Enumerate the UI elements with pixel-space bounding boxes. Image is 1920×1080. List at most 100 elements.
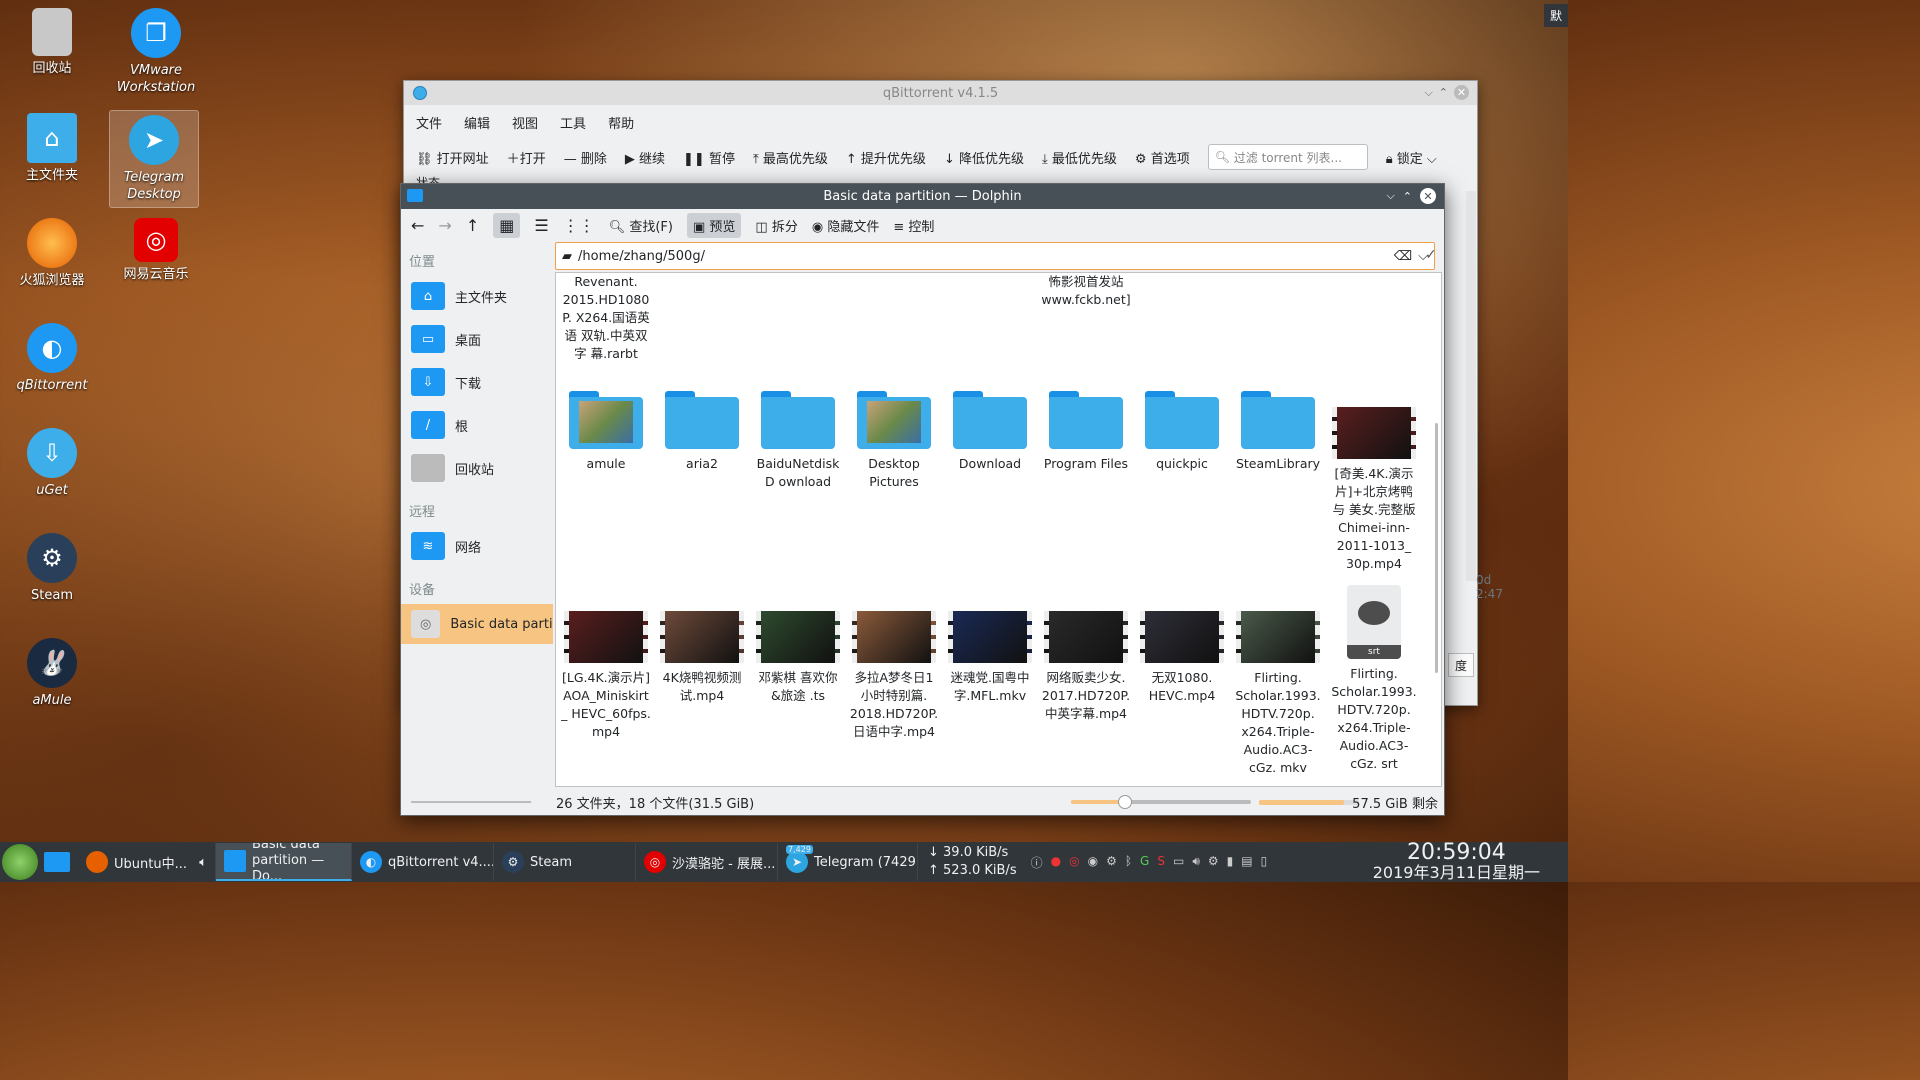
- desktop-icon-netease[interactable]: ◎ 网易云音乐: [111, 218, 201, 283]
- place-trash[interactable]: 回收站: [401, 448, 553, 488]
- desktop-icon-telegram[interactable]: ➤ Telegram Desktop: [109, 110, 199, 208]
- desktop-icon-firefox[interactable]: 火狐浏览器: [7, 218, 97, 289]
- check-icon[interactable]: ✓: [1425, 247, 1437, 263]
- file-item[interactable]: 迷魂党.国粤中 字.MFL.mkv: [945, 585, 1035, 705]
- file-item[interactable]: BaiduNetdiskD ownload: [753, 391, 843, 491]
- file-item[interactable]: SteamLibrary: [1233, 391, 1323, 473]
- maximize-icon[interactable]: ⌃: [1403, 190, 1412, 203]
- compact-view-icon[interactable]: ☰: [534, 216, 548, 235]
- open-url-button[interactable]: ⛓ 打开网址: [416, 148, 489, 167]
- file-item[interactable]: Program Files: [1041, 391, 1131, 473]
- resume-button[interactable]: ▶ 继续: [625, 148, 665, 167]
- file-item[interactable]: 4K烧鸭视频测 试.mp4: [657, 585, 747, 705]
- pause-button[interactable]: ❚❚ 暂停: [683, 148, 735, 167]
- bottom-priority-button[interactable]: ⤓ 最低优先级: [1042, 148, 1117, 167]
- clear-icon[interactable]: ⌫: [1394, 249, 1412, 264]
- file-item[interactable]: 网络贩卖少女. 2017.HD720P. 中英字幕.mp4: [1041, 585, 1131, 723]
- netease-tray-icon[interactable]: ◎: [1069, 854, 1079, 871]
- file-item[interactable]: 多拉A梦冬日1 小时特别篇. 2018.HD720P. 日语中字.mp4: [849, 585, 939, 741]
- find-button[interactable]: 🔍︎ 查找(F): [609, 216, 673, 235]
- file-item[interactable]: 无双1080. HEVC.mp4: [1137, 585, 1227, 705]
- file-manager-icon[interactable]: [44, 852, 70, 872]
- delete-button[interactable]: — 删除: [564, 148, 607, 167]
- menu-edit[interactable]: 编辑: [464, 113, 490, 132]
- icons-view-icon[interactable]: ▦: [493, 212, 521, 238]
- decrease-priority-button[interactable]: ↓ 降低优先级: [944, 148, 1024, 167]
- minimize-icon[interactable]: ⌵: [1424, 86, 1432, 100]
- open-button[interactable]: ＋打开: [507, 148, 546, 167]
- qbt-titlebar[interactable]: qBittorrent v4.1.5 ⌵ ⌃ ✕: [404, 81, 1477, 105]
- desktop-icon-amule[interactable]: 🐰 aMule: [7, 638, 97, 709]
- top-panel-fragment[interactable]: 默: [1543, 4, 1568, 27]
- desktop-icon-uget[interactable]: ⇩ uGet: [7, 428, 97, 499]
- desktop-icon-trash[interactable]: 回收站: [7, 8, 97, 77]
- file-item[interactable]: Download: [945, 391, 1035, 473]
- place-desktop[interactable]: ▭ 桌面: [401, 319, 553, 359]
- clipboard-icon[interactable]: ▤: [1241, 854, 1252, 871]
- up-icon[interactable]: ↑: [466, 216, 479, 235]
- qbt-side-button[interactable]: 度: [1448, 653, 1474, 677]
- hidden-files-button[interactable]: ◉ 隐藏文件: [812, 216, 880, 235]
- forward-icon[interactable]: →: [438, 216, 451, 235]
- place-root[interactable]: / 根: [401, 405, 553, 445]
- file-item[interactable]: aria2: [657, 391, 747, 473]
- dolphin-titlebar[interactable]: Basic data partition — Dolphin ⌵ ⌃ ✕: [401, 184, 1444, 209]
- file-item[interactable]: Flirting. Scholar.1993. HDTV.720p. x264.…: [1233, 585, 1323, 777]
- place-downloads[interactable]: ⇩ 下载: [401, 362, 553, 402]
- clock[interactable]: 20:59:04 2019年3月11日星期一: [1373, 842, 1540, 882]
- close-icon[interactable]: ✕: [1420, 188, 1436, 204]
- file-item[interactable]: Revenant. 2015.HD1080P. X264.国语英语 双轨.中英双…: [561, 273, 651, 363]
- file-item[interactable]: quickpic: [1137, 391, 1227, 473]
- task-telegram[interactable]: ➤ Telegram (7429) 7,429: [778, 843, 918, 881]
- task-netease[interactable]: ◎ 沙漠骆驼 - 展展...: [636, 843, 778, 881]
- increase-priority-button[interactable]: ↑ 提升优先级: [846, 148, 926, 167]
- close-icon[interactable]: ✕: [1454, 85, 1469, 100]
- file-item[interactable]: [LG.4K.演示片] AOA_Miniskirt_ HEVC_60fps. m…: [561, 585, 651, 741]
- desktop-icon-home[interactable]: ⌂ 主文件夹: [7, 113, 97, 184]
- file-item[interactable]: srt Flirting. Scholar.1993. HDTV.720p. x2…: [1329, 585, 1419, 773]
- place-network[interactable]: ≋ 网络: [401, 526, 553, 566]
- file-item[interactable]: amule: [561, 391, 651, 473]
- media-icon[interactable]: ◉: [1088, 854, 1098, 871]
- location-input[interactable]: /home/zhang/500g/: [578, 249, 705, 264]
- file-item[interactable]: [奇美.4K.演示 片]+北京烤鸭与 美女.完整版 Chimei-inn- 20…: [1329, 391, 1419, 573]
- desktop-icon-vmware[interactable]: ❐ VMware Workstation: [111, 8, 201, 96]
- zoom-slider[interactable]: [1071, 795, 1251, 809]
- details-view-icon[interactable]: ⋮⋮: [563, 216, 595, 235]
- desktop-icon-qbittorrent[interactable]: ◐ qBittorrent: [7, 323, 97, 394]
- place-home[interactable]: ⌂ 主文件夹: [401, 276, 553, 316]
- menu-view[interactable]: 视图: [512, 113, 538, 132]
- torrent-filter-input[interactable]: 🔍︎ 过滤 torrent 列表...: [1207, 144, 1368, 170]
- split-button[interactable]: ◫ 拆分: [755, 216, 797, 235]
- task-qbittorrent[interactable]: ◐ qBittorrent v4....: [352, 843, 494, 881]
- scrollbar[interactable]: [1435, 423, 1438, 673]
- zoom-slider-handle[interactable]: [1118, 795, 1132, 809]
- back-icon[interactable]: ←: [411, 216, 424, 235]
- display-icon[interactable]: ▭: [1173, 854, 1184, 871]
- info-icon[interactable]: ⓘ: [1031, 854, 1043, 871]
- volume-icon[interactable]: 🔊︎: [1192, 854, 1200, 871]
- qq-music-icon[interactable]: ●: [1051, 854, 1061, 871]
- g-icon[interactable]: G: [1140, 854, 1149, 871]
- task-steam[interactable]: ⚙ Steam: [494, 843, 636, 881]
- task-firefox[interactable]: Ubuntu中... 🔈︎: [78, 843, 216, 881]
- menu-file[interactable]: 文件: [416, 113, 442, 132]
- file-item[interactable]: 邓紫棋 喜欢你 &旅途 .ts: [753, 585, 843, 705]
- lock-button[interactable]: 🔒︎ 锁定 ⌵: [1386, 148, 1437, 167]
- steam-tray-icon[interactable]: ⚙: [1106, 854, 1117, 871]
- control-button[interactable]: ≡ 控制: [893, 216, 934, 235]
- task-dolphin[interactable]: Basic data partition — Do...: [216, 843, 352, 881]
- usb-icon[interactable]: ▮: [1227, 854, 1234, 871]
- menu-help[interactable]: 帮助: [608, 113, 634, 132]
- minimize-icon[interactable]: ⌵: [1386, 189, 1394, 203]
- file-item[interactable]: 怖影视首发站 www.fckb.net]: [1041, 273, 1131, 309]
- file-item[interactable]: Desktop Pictures: [849, 391, 939, 491]
- place-basic-data-partition[interactable]: ◎Basic data partitio: [401, 604, 553, 644]
- maximize-icon[interactable]: ⌃: [1439, 86, 1448, 99]
- preferences-button[interactable]: ⚙ 首选项: [1135, 148, 1190, 167]
- s-icon[interactable]: S: [1157, 854, 1165, 871]
- desktop-icon-steam[interactable]: ⚙ Steam: [7, 533, 97, 604]
- top-priority-button[interactable]: ⤒ 最高优先级: [753, 148, 828, 167]
- app-launcher-icon[interactable]: [2, 844, 38, 880]
- location-bar[interactable]: ▰ /home/zhang/500g/ ⌫ ⌵: [555, 242, 1435, 270]
